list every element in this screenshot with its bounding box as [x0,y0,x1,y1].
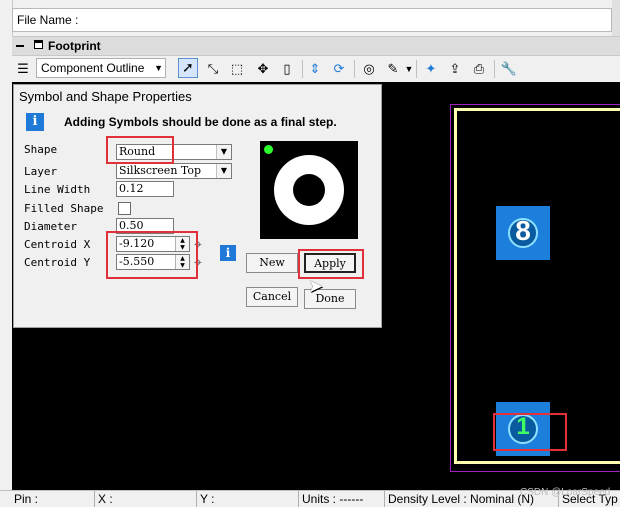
new-button[interactable]: New [246,253,298,273]
pad-8[interactable]: 8 [496,206,550,260]
watermark: CSDN @LoarSpeed [520,487,611,498]
apply-highlight [298,249,364,279]
origin-dot [264,145,273,154]
file-name-row: File Name : [12,8,612,32]
status-units: Units : ------ [302,492,364,506]
chevron-down-icon: ▼ [216,164,231,178]
footprint-panel-title: Footprint [48,39,101,53]
footprint-toolbar: ☰ Component Outline ▼ ➚ ⤡ ⬚ ✥ ▯ ⇕ ⟳ ◎ ✎ … [12,56,620,82]
export-icon[interactable]: ⇪ [446,60,464,78]
status-x: X : [98,492,113,506]
pad-1-highlight [493,413,567,451]
mouse-cursor-icon: ➤ [308,276,324,296]
chevron-down-icon: ▼ [154,63,163,73]
layer-select-value: Component Outline [41,61,145,75]
status-separator [94,491,95,507]
layer-select[interactable]: Silkscreen Top ▼ [116,163,232,179]
arrow-pointer-icon: ➚ [182,59,194,75]
rotate-icon[interactable]: ⟳ [330,60,348,78]
status-pin: Pin : [14,492,39,506]
symbol-shape-properties-dialog: Symbol and Shape Properties i Adding Sym… [13,84,382,328]
preview-ring-shape [274,155,344,225]
line-width-input[interactable]: 0.12 [116,181,174,197]
flip-vertical-icon[interactable]: ⇕ [306,60,324,78]
window-edge [612,0,620,40]
info-message: Adding Symbols should be done as a final… [64,115,337,129]
file-name-label: File Name : [17,13,79,27]
toolbar-separator [416,60,417,78]
info-icon[interactable]: i [220,245,236,261]
info-icon: i [26,113,44,131]
filled-shape-checkbox[interactable] [118,202,131,215]
status-separator [384,491,385,507]
dialog-title: Symbol and Shape Properties [19,89,192,104]
status-separator [298,491,299,507]
toolbar-separator [302,60,303,78]
centroid-x-label: Centroid X [24,238,91,251]
layer-label: Layer [24,165,58,178]
zoom-window-icon[interactable]: ⬚ [228,60,246,78]
status-y: Y : [200,492,215,506]
resize-icon[interactable]: ▯ [278,60,296,78]
select-pointer-button[interactable]: ➚ [178,58,198,78]
window-icon [34,40,43,49]
zoom-extents-icon[interactable]: ⤡ [204,60,222,78]
line-width-label: Line Width [24,183,91,196]
centroid-y-label: Centroid Y [24,256,91,269]
wrench-icon[interactable]: 🔧 [500,60,518,78]
move-icon[interactable]: ✥ [254,60,272,78]
footprint-panel-header[interactable]: Footprint [12,36,620,56]
preview-ring-hole [293,174,325,206]
pad-number: 8 [515,215,531,246]
centroid-highlight [106,231,198,279]
toolbar-separator [494,60,495,78]
print-icon[interactable]: ⎙ [470,60,488,78]
cancel-button[interactable]: Cancel [246,287,298,307]
layer-select-value: Silkscreen Top [119,164,202,177]
wizard-icon[interactable]: ✦ [422,60,440,78]
layer-select[interactable]: Component Outline ▼ [36,58,166,78]
shape-preview [260,141,358,239]
diameter-label: Diameter [24,220,77,233]
layer-stack-icon[interactable]: ◎ [360,60,378,78]
filled-shape-label: Filled Shape [24,202,104,215]
chevron-down-icon: ▼ [216,145,231,159]
layers-icon[interactable]: ☰ [14,60,32,78]
toolbar-separator [354,60,355,78]
line-width-value: 0.12 [119,182,144,195]
shape-highlight [106,136,174,164]
status-density: Density Level : Nominal (N) [388,492,535,506]
status-separator [196,491,197,507]
collapse-icon[interactable] [16,45,24,47]
shape-label: Shape [24,143,58,156]
